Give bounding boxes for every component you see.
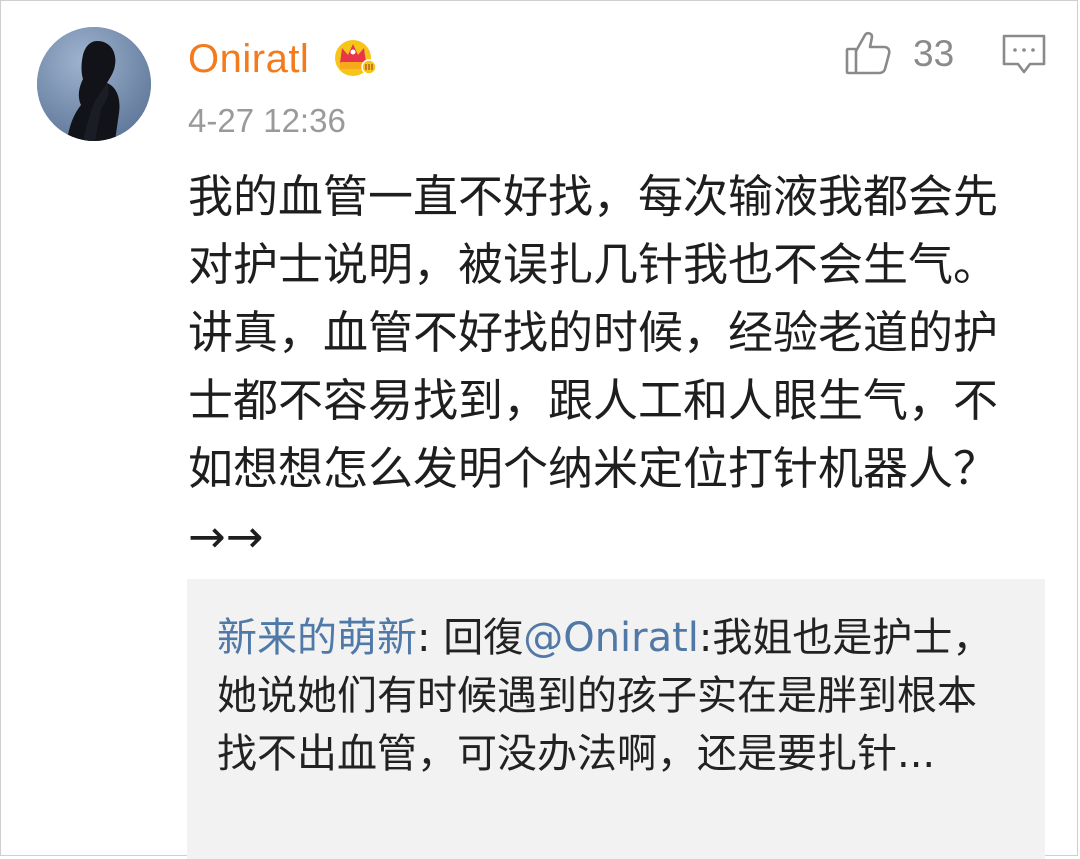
reply-separator: : 回復 bbox=[417, 615, 524, 661]
comment-body: 我的血管一直不好找，每次输液我都会先对护士说明，被误扎几针我也不会生气。讲真，血… bbox=[188, 170, 999, 563]
avatar[interactable] bbox=[37, 27, 151, 141]
username-link[interactable]: Oniratl bbox=[188, 33, 309, 85]
reply-author-link[interactable]: 新来的萌新 bbox=[217, 615, 417, 661]
reply-body: 新来的萌新: 回復@Oniratl:我姐也是护士，她说她们有时候遇到的孩子实在是… bbox=[217, 609, 1013, 783]
reply-preview[interactable]: 新来的萌新: 回復@Oniratl:我姐也是护士，她说她们有时候遇到的孩子实在是… bbox=[187, 579, 1045, 859]
comment-timestamp: 4-27 12:36 bbox=[188, 102, 346, 139]
comment-bubble-icon[interactable] bbox=[1000, 31, 1048, 77]
comment-card: Oniratl 4-27 12:36 33 我的血管一直不好找，每次输液我都会先… bbox=[0, 0, 1078, 859]
reply-mention-link[interactable]: @Oniratl bbox=[523, 615, 699, 661]
crown-badge-icon bbox=[331, 35, 377, 81]
avatar-silhouette-image bbox=[37, 27, 151, 141]
like-count: 33 bbox=[913, 33, 955, 74]
thumbs-up-icon[interactable] bbox=[843, 27, 893, 77]
